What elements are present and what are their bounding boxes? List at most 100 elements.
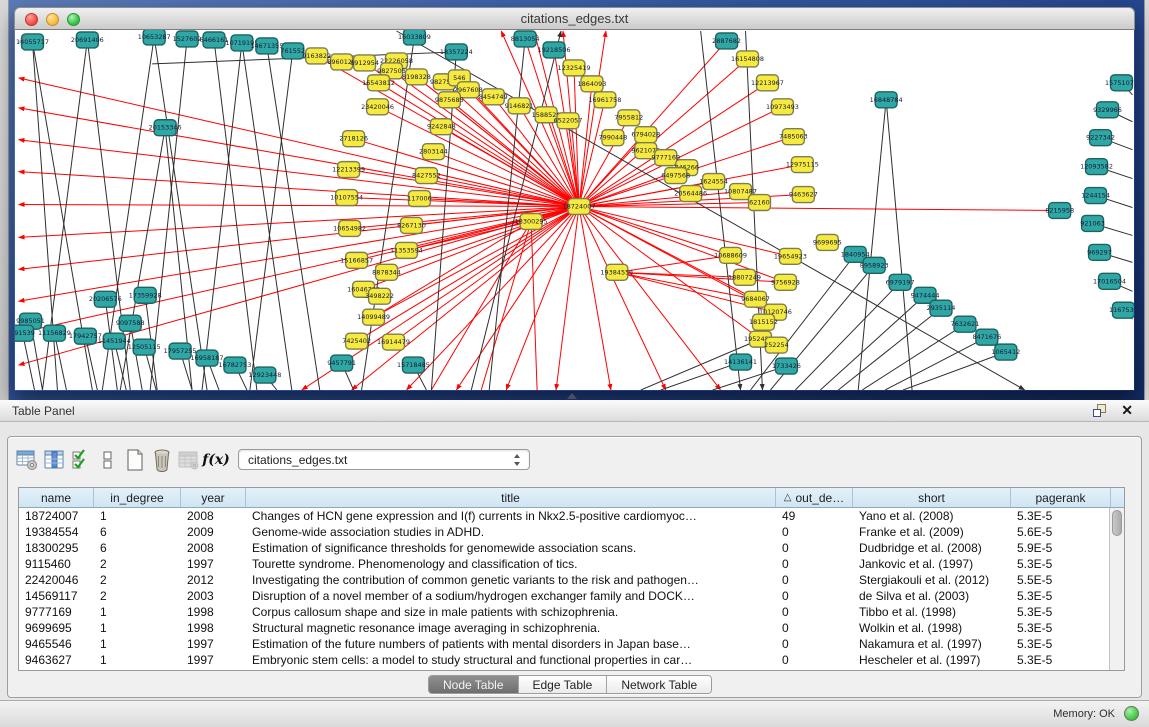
column-header-pagerank[interactable]: pagerank [1011, 488, 1111, 507]
column-header-out_de[interactable]: △out_de… [776, 488, 853, 507]
table-cell[interactable]: 0 [776, 572, 853, 588]
graph-node[interactable]: 1733426 [772, 358, 801, 374]
table-cell[interactable]: 1998 [181, 620, 246, 636]
graph-node[interactable]: 117006 [407, 191, 432, 207]
close-panel-icon[interactable]: ✕ [1121, 402, 1133, 419]
table-row[interactable]: 1872400712008Changes of HCN gene express… [19, 508, 1109, 524]
row-height-icon[interactable] [97, 448, 119, 472]
resize-grip-icon[interactable] [15, 30, 29, 44]
table-cell[interactable]: Yano et al. (2008) [853, 508, 1011, 524]
table-cell[interactable]: Stergiakouli et al. (2012) [853, 572, 1011, 588]
table-cell[interactable]: 5.3E-5 [1011, 588, 1109, 604]
graph-node[interactable]: 14099489 [357, 309, 390, 325]
table-cell[interactable]: Corpus callosum shape and size in male p… [246, 604, 776, 620]
graph-node[interactable]: 8427552 [412, 168, 441, 184]
graph-node[interactable]: 7485063 [779, 129, 808, 145]
table-row[interactable]: 2242004622012Investigating the contribut… [19, 572, 1109, 588]
graph-node[interactable]: 15751074 [1105, 75, 1134, 91]
table-cell[interactable]: 6 [94, 540, 181, 556]
graph-node[interactable]: 17359928 [129, 287, 162, 303]
tab-network-table[interactable]: Network Table [607, 676, 711, 693]
table-cell[interactable]: Structural magnetic resonance image aver… [246, 620, 776, 636]
table-row[interactable]: 1456911722003Disruption of a novel membe… [19, 588, 1109, 604]
table-cell[interactable]: 1 [94, 508, 181, 524]
graph-node[interactable]: 16154808 [731, 51, 764, 67]
function-builder-icon[interactable]: f(x) [205, 448, 227, 472]
graph-node[interactable]: 3498222 [365, 288, 394, 304]
table-cell[interactable]: 1 [94, 636, 181, 652]
table-cell[interactable]: 0 [776, 556, 853, 572]
graph-node[interactable]: 10653287 [138, 30, 171, 45]
table-cell[interactable]: 2008 [181, 508, 246, 524]
graph-node[interactable]: 8215958 [1045, 203, 1074, 219]
table-cell[interactable]: Tibbo et al. (1998) [853, 604, 1011, 620]
graph-node[interactable]: 6466161 [200, 32, 229, 48]
graph-node[interactable]: 62160 [749, 195, 771, 211]
table-cell[interactable]: Estimation of significance thresholds fo… [246, 540, 776, 556]
column-header-year[interactable]: year [181, 488, 246, 507]
graph-node[interactable]: 16961758 [588, 92, 621, 108]
graph-node[interactable]: 19384554 [600, 264, 633, 280]
graph-node[interactable]: 12213967 [751, 75, 784, 91]
graph-node[interactable]: 12093582 [1080, 159, 1113, 175]
table-cell[interactable]: 9777169 [19, 604, 94, 620]
table-cell[interactable]: 9463627 [19, 652, 94, 668]
table-cell[interactable]: 0 [776, 636, 853, 652]
graph-node[interactable]: 9875685 [435, 92, 464, 108]
graph-node[interactable]: 10654982 [333, 220, 366, 236]
graph-node[interactable]: 18357224 [440, 44, 473, 60]
float-panel-icon[interactable] [1093, 404, 1107, 418]
table-cell[interactable]: 9699695 [19, 620, 94, 636]
table-row[interactable]: 911546021997Tourette syndrome. Phenomeno… [19, 556, 1109, 572]
graph-node[interactable]: 1527602 [173, 31, 202, 47]
graph-node[interactable]: 12975115 [786, 157, 819, 173]
graph-node[interactable]: 1815152 [749, 314, 778, 330]
table-cell[interactable]: 0 [776, 652, 853, 668]
graph-node[interactable]: 8912954 [350, 55, 379, 71]
select-rows-icon[interactable] [70, 448, 92, 472]
memory-status-indicator[interactable] [1124, 706, 1139, 721]
window-titlebar[interactable]: citations_edges.txt [14, 7, 1135, 30]
table-cell[interactable]: 19384554 [19, 524, 94, 540]
graph-node[interactable]: 921063 [1080, 215, 1105, 231]
table-cell[interactable]: 5.9E-5 [1011, 540, 1109, 556]
tab-edge-table[interactable]: Edge Table [519, 676, 608, 693]
graph-node[interactable]: 252254 [764, 337, 789, 353]
table-cell[interactable]: Genome-wide association studies in ADHD. [246, 524, 776, 540]
graph-node[interactable]: 7632621 [951, 316, 980, 332]
table-cell[interactable]: Investigating the contribution of common… [246, 572, 776, 588]
graph-node[interactable]: 6522057 [554, 113, 583, 129]
graph-node[interactable]: 391539 [15, 325, 35, 341]
table-cell[interactable]: 2003 [181, 588, 246, 604]
table-cell[interactable]: Estimation of the future numbers of pati… [246, 636, 776, 652]
table-cell[interactable]: 5.5E-5 [1011, 572, 1109, 588]
table-cell[interactable]: 6 [94, 524, 181, 540]
table-cell[interactable]: 18724007 [19, 508, 94, 524]
table-cell[interactable]: 2 [94, 588, 181, 604]
table-cell[interactable]: de Silva et al. (2003) [853, 588, 1011, 604]
table-cell[interactable]: Wolkin et al. (1998) [853, 620, 1011, 636]
graph-node[interactable]: 8813054 [511, 31, 540, 47]
table-cell[interactable]: 1997 [181, 636, 246, 652]
table-cell[interactable]: 9465546 [19, 636, 94, 652]
table-cell[interactable]: Jankovic et al. (1997) [853, 556, 1011, 572]
column-header-title[interactable]: title [246, 488, 776, 507]
graph-node[interactable]: 10107554 [330, 190, 363, 206]
table-cell[interactable]: 5.3E-5 [1011, 556, 1109, 572]
graph-node[interactable]: 2718126 [339, 131, 368, 147]
table-cell[interactable]: Disruption of a novel member of a sodium… [246, 588, 776, 604]
table-cell[interactable]: 5.3E-5 [1011, 604, 1109, 620]
table-cell[interactable]: 2 [94, 572, 181, 588]
graph-node[interactable]: 7425402 [342, 333, 371, 349]
table-cell[interactable]: 5.3E-5 [1011, 508, 1109, 524]
select-column-icon[interactable] [43, 448, 65, 472]
graph-node[interactable]: 8267130 [397, 217, 426, 233]
close-window-icon[interactable] [25, 13, 38, 26]
table-cell[interactable]: Tourette syndrome. Phenomenology and cla… [246, 556, 776, 572]
splitter-handle[interactable] [567, 393, 577, 399]
graph-node[interactable]: 2935114 [927, 300, 956, 316]
table-cell[interactable]: 1997 [181, 652, 246, 668]
table-row[interactable]: 946362711997Embryonic stem cells: a mode… [19, 652, 1109, 668]
table-cell[interactable]: Embryonic stem cells: a model to study s… [246, 652, 776, 668]
graph-node[interactable]: 8878344 [372, 264, 401, 280]
